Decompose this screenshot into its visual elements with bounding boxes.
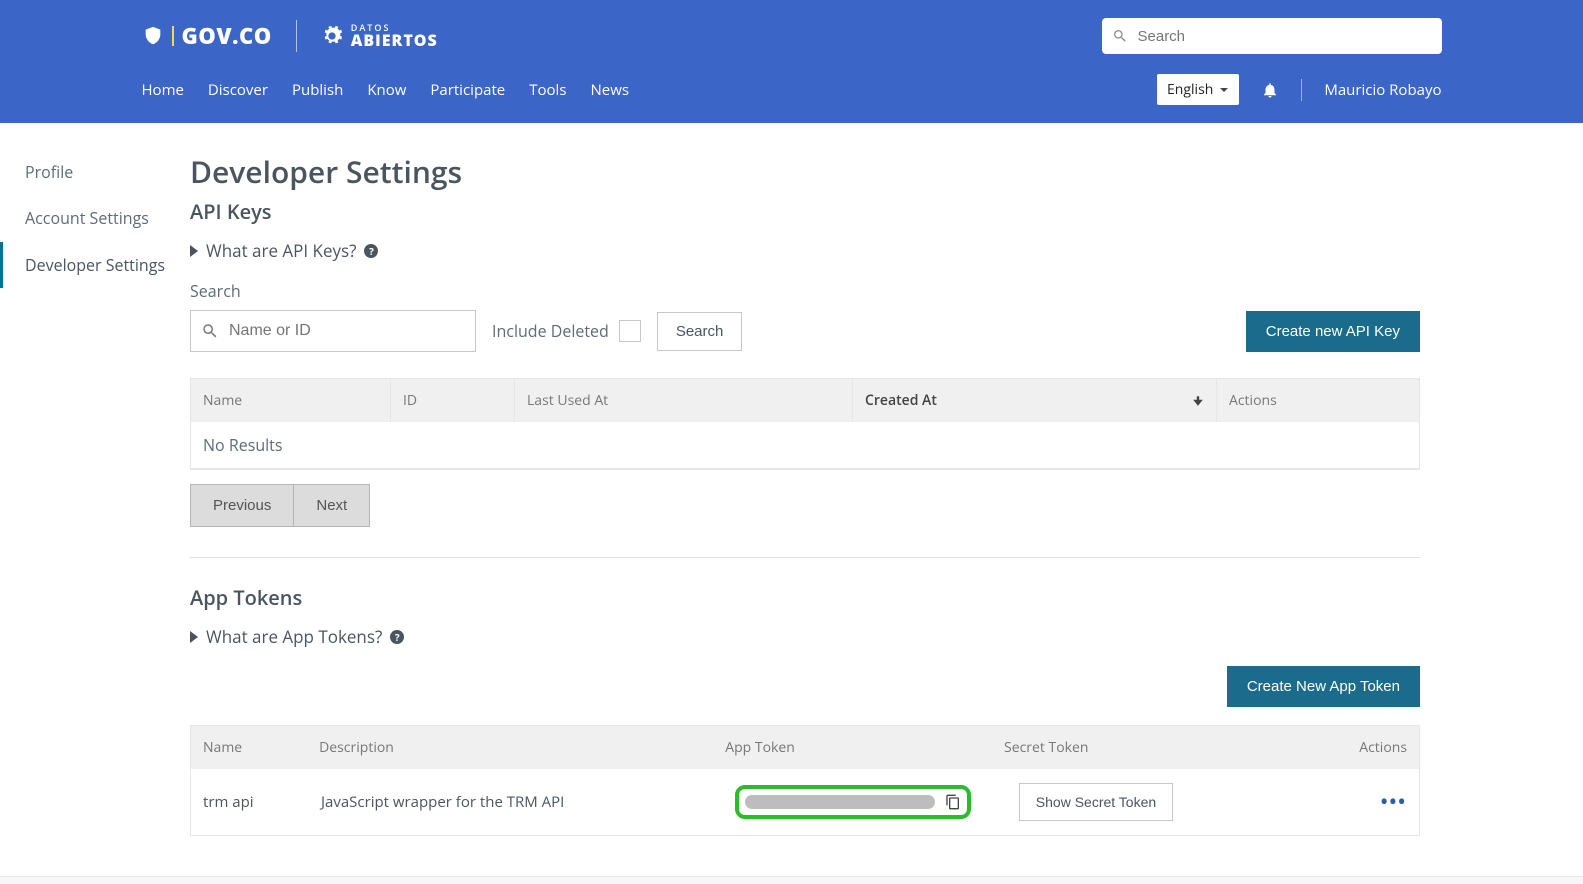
arrow-down-icon bbox=[1192, 395, 1204, 407]
datos-big-label: ABIERTOS bbox=[351, 32, 438, 49]
api-keys-disclosure[interactable]: What are API Keys? ? bbox=[190, 239, 1420, 262]
api-keys-disclosure-label: What are API Keys? bbox=[206, 239, 356, 262]
tokens-column-secret-token[interactable]: Secret Token bbox=[992, 726, 1347, 769]
api-keys-search-button[interactable]: Search bbox=[657, 312, 743, 351]
api-keys-table: Name ID Last Used At Created At Actions … bbox=[190, 378, 1420, 470]
user-menu[interactable]: Mauricio Robayo bbox=[1324, 80, 1441, 100]
sidebar-item-account-settings[interactable]: Account Settings bbox=[0, 195, 190, 241]
nav-participate[interactable]: Participate bbox=[430, 80, 505, 100]
api-keys-heading: API Keys bbox=[190, 198, 1420, 225]
token-name-cell: trm api bbox=[191, 792, 309, 812]
language-select[interactable]: English bbox=[1157, 74, 1239, 105]
nav-publish[interactable]: Publish bbox=[292, 80, 343, 100]
tokens-column-description[interactable]: Description bbox=[307, 726, 713, 769]
copy-icon[interactable] bbox=[945, 794, 961, 810]
shield-icon bbox=[142, 25, 164, 47]
tokens-column-actions: Actions bbox=[1347, 726, 1419, 769]
include-deleted-checkbox[interactable] bbox=[619, 320, 641, 342]
column-name[interactable]: Name bbox=[191, 379, 391, 422]
app-tokens-disclosure-label: What are App Tokens? bbox=[206, 625, 382, 648]
help-icon[interactable]: ? bbox=[364, 244, 378, 258]
global-search[interactable] bbox=[1102, 18, 1442, 54]
sidebar-item-profile[interactable]: Profile bbox=[0, 149, 190, 195]
column-created-at-label: Created At bbox=[865, 391, 937, 410]
create-app-token-button[interactable]: Create New App Token bbox=[1227, 666, 1420, 707]
app-tokens-heading: App Tokens bbox=[190, 584, 1420, 611]
api-keys-search-input[interactable] bbox=[229, 322, 465, 340]
pager-next-button[interactable]: Next bbox=[293, 484, 370, 527]
app-token-highlight bbox=[735, 785, 971, 819]
column-created-at[interactable]: Created At bbox=[853, 379, 1217, 422]
notifications-bell-icon[interactable] bbox=[1261, 81, 1279, 99]
sidebar-item-developer-settings[interactable]: Developer Settings bbox=[0, 242, 190, 288]
global-search-input[interactable] bbox=[1138, 28, 1432, 45]
nav-discover[interactable]: Discover bbox=[208, 80, 268, 100]
govco-logo[interactable]: GOV.CO bbox=[142, 21, 272, 51]
column-last-used[interactable]: Last Used At bbox=[515, 379, 853, 422]
nav-home[interactable]: Home bbox=[142, 80, 184, 100]
language-label: English bbox=[1167, 80, 1213, 99]
top-header: GOV.CO DATOS ABIERTOS Home Discover bbox=[0, 0, 1583, 123]
tokens-column-app-token[interactable]: App Token bbox=[713, 726, 992, 769]
tokens-column-name[interactable]: Name bbox=[191, 726, 307, 769]
pager-previous-button[interactable]: Previous bbox=[190, 484, 294, 527]
app-tokens-disclosure[interactable]: What are App Tokens? ? bbox=[190, 625, 1420, 648]
triangle-right-icon bbox=[190, 245, 198, 257]
gear-icon bbox=[321, 25, 343, 47]
chevron-down-icon bbox=[1219, 85, 1229, 95]
search-icon bbox=[1112, 28, 1128, 44]
show-secret-token-button[interactable]: Show Secret Token bbox=[1019, 783, 1173, 821]
nav-news[interactable]: News bbox=[590, 80, 629, 100]
api-keys-pager: Previous Next bbox=[190, 484, 1420, 527]
column-id[interactable]: ID bbox=[391, 379, 515, 422]
triangle-right-icon bbox=[190, 631, 198, 643]
primary-nav: Home Discover Publish Know Participate T… bbox=[142, 80, 629, 100]
nav-know[interactable]: Know bbox=[367, 80, 406, 100]
column-actions: Actions bbox=[1217, 379, 1419, 422]
api-keys-search-label: Search bbox=[190, 280, 1420, 302]
page-title: Developer Settings bbox=[190, 151, 1420, 192]
help-icon[interactable]: ? bbox=[390, 630, 404, 644]
govco-label: GOV.CO bbox=[182, 21, 272, 51]
row-actions-menu[interactable]: ••• bbox=[1381, 790, 1407, 814]
nav-tools[interactable]: Tools bbox=[529, 80, 566, 100]
datos-abiertos-logo[interactable]: DATOS ABIERTOS bbox=[321, 23, 438, 49]
app-tokens-table: Name Description App Token Secret Token … bbox=[190, 725, 1420, 836]
settings-sidebar: Profile Account Settings Developer Setti… bbox=[0, 123, 190, 876]
search-icon bbox=[201, 322, 219, 340]
api-keys-no-results: No Results bbox=[191, 422, 1419, 469]
include-deleted-label: Include Deleted bbox=[492, 320, 609, 342]
app-token-masked bbox=[745, 795, 935, 809]
token-description-cell: JavaScript wrapper for the TRM API bbox=[309, 792, 723, 812]
table-row: trm api JavaScript wrapper for the TRM A… bbox=[191, 769, 1419, 835]
create-api-key-button[interactable]: Create new API Key bbox=[1246, 311, 1420, 352]
api-keys-search-box[interactable] bbox=[190, 310, 476, 352]
